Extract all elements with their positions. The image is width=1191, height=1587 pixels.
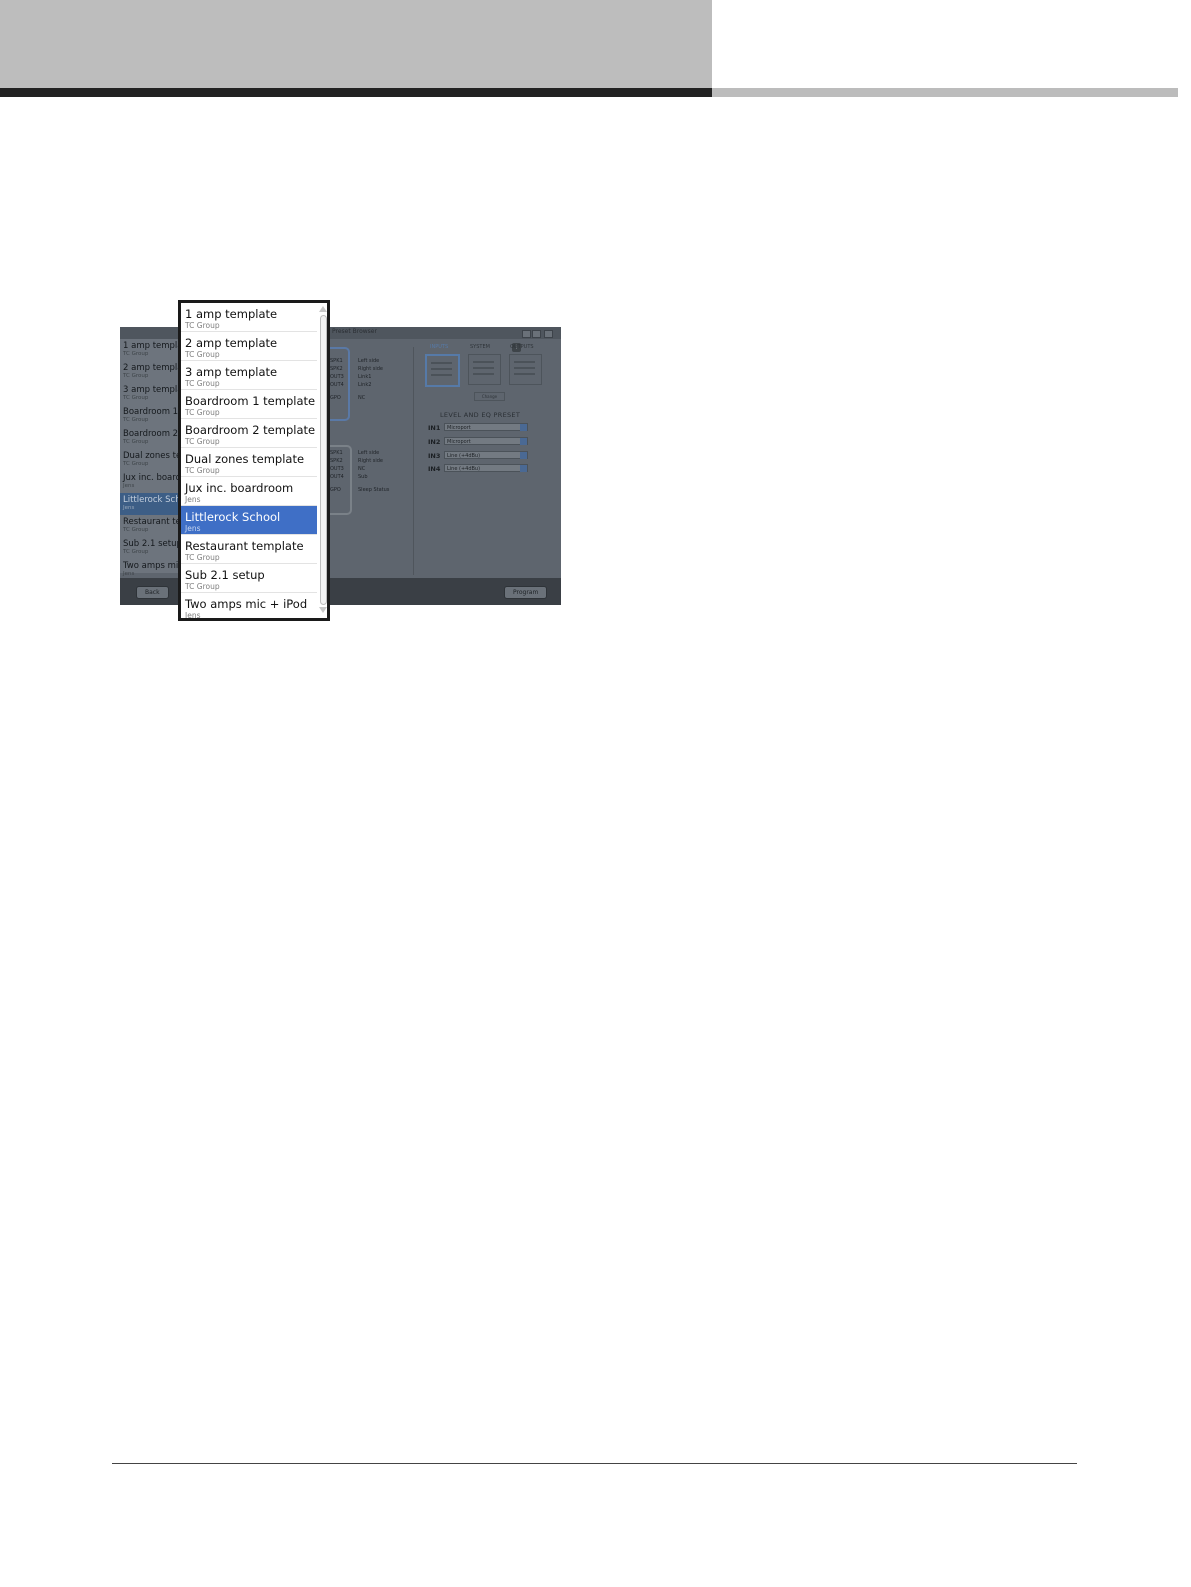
preset-list-popup: 1 amp template TC Group 2 amp template TC … xyxy=(178,300,330,621)
list-item[interactable]: Boardroom 1 template TC Group xyxy=(181,390,317,419)
change-button[interactable]: Change xyxy=(474,392,505,401)
scrollbar[interactable] xyxy=(317,303,327,618)
tab-system[interactable]: SYSTEM xyxy=(470,344,490,350)
header-rule-dark xyxy=(0,88,712,97)
preset-list: 1 amp template TC Group 2 amp template TC … xyxy=(181,303,317,618)
back-button[interactable]: Back xyxy=(136,586,169,599)
level-eq-title: LEVEL AND EQ PRESET xyxy=(440,411,521,419)
sidebar-item[interactable]: Boardroom 2 templateTC Group xyxy=(120,427,180,449)
amp1-names: Left side Right side Link1 Link2 NC xyxy=(358,358,383,401)
minimize-icon[interactable] xyxy=(522,330,531,338)
sidebar-item[interactable]: 2 amp templateTC Group xyxy=(120,361,180,383)
header-banner xyxy=(0,0,712,88)
list-item[interactable]: Boardroom 2 template TC Group xyxy=(181,419,317,448)
window-title: Preset Browser xyxy=(332,328,377,335)
sidebar-item[interactable]: 3 amp templateTC Group xyxy=(120,383,180,405)
header-rule-light xyxy=(712,88,1178,97)
dropdown-arrow-icon xyxy=(520,465,527,472)
amp2-ports: SPK1 SPK2 OUT3 OUT4 GPO xyxy=(330,450,344,493)
footer-rule xyxy=(112,1463,1077,1464)
tab-inputs[interactable]: INPUTS xyxy=(430,344,448,350)
amp1-ports: SPK1 SPK2 OUT3 OUT4 GPO xyxy=(330,358,344,401)
sidebar-item[interactable]: Boardroom 1 templateTC Group xyxy=(120,405,180,427)
list-item[interactable]: Two amps mic + iPod Jens xyxy=(181,593,317,618)
list-item[interactable]: 2 amp template TC Group xyxy=(181,332,317,361)
program-button[interactable]: Program xyxy=(504,586,548,599)
scroll-up-icon[interactable] xyxy=(319,306,327,312)
list-item[interactable]: Dual zones template TC Group xyxy=(181,448,317,477)
system-icon[interactable] xyxy=(468,354,501,385)
list-item[interactable]: Jux inc. boardroom Jens xyxy=(181,477,317,506)
amp2-names: Left side Right side NC Sub Sleep Status xyxy=(358,450,390,493)
scroll-down-icon[interactable] xyxy=(319,607,327,613)
sidebar-item[interactable]: Restaurant templateTC Group xyxy=(120,515,180,537)
inputs-icon[interactable] xyxy=(425,354,460,387)
dropdown-arrow-icon xyxy=(520,452,527,459)
scrollbar-thumb[interactable] xyxy=(320,315,327,605)
panel-divider xyxy=(413,347,414,575)
sidebar-item[interactable]: Jux inc. boardroomJens xyxy=(120,471,180,493)
sidebar-item[interactable]: 1 amp templateTC Group xyxy=(120,339,180,361)
close-icon[interactable] xyxy=(544,330,553,338)
maximize-icon[interactable] xyxy=(532,330,541,338)
dropdown-arrow-icon xyxy=(520,424,527,431)
sidebar-item[interactable]: Dual zones templateTC Group xyxy=(120,449,180,471)
tab-outputs[interactable]: OUTPUTS xyxy=(510,344,534,350)
sidebar-item-selected[interactable]: Littlerock SchoolJens xyxy=(120,493,180,515)
list-item-selected[interactable]: Littlerock School Jens xyxy=(181,506,317,535)
sidebar-item[interactable]: Sub 2.1 setup TC Group xyxy=(120,537,180,559)
dropdown-arrow-icon xyxy=(520,438,527,445)
list-item[interactable]: 1 amp template TC Group xyxy=(181,303,317,332)
list-item[interactable]: 3 amp template TC Group xyxy=(181,361,317,390)
list-item[interactable]: Restaurant template TC Group xyxy=(181,535,317,564)
list-item[interactable]: Sub 2.1 setup TC Group xyxy=(181,564,317,593)
preset-list-sidebar: 1 amp templateTC Group 2 amp templateTC … xyxy=(120,339,180,577)
outputs-icon[interactable] xyxy=(509,354,542,385)
